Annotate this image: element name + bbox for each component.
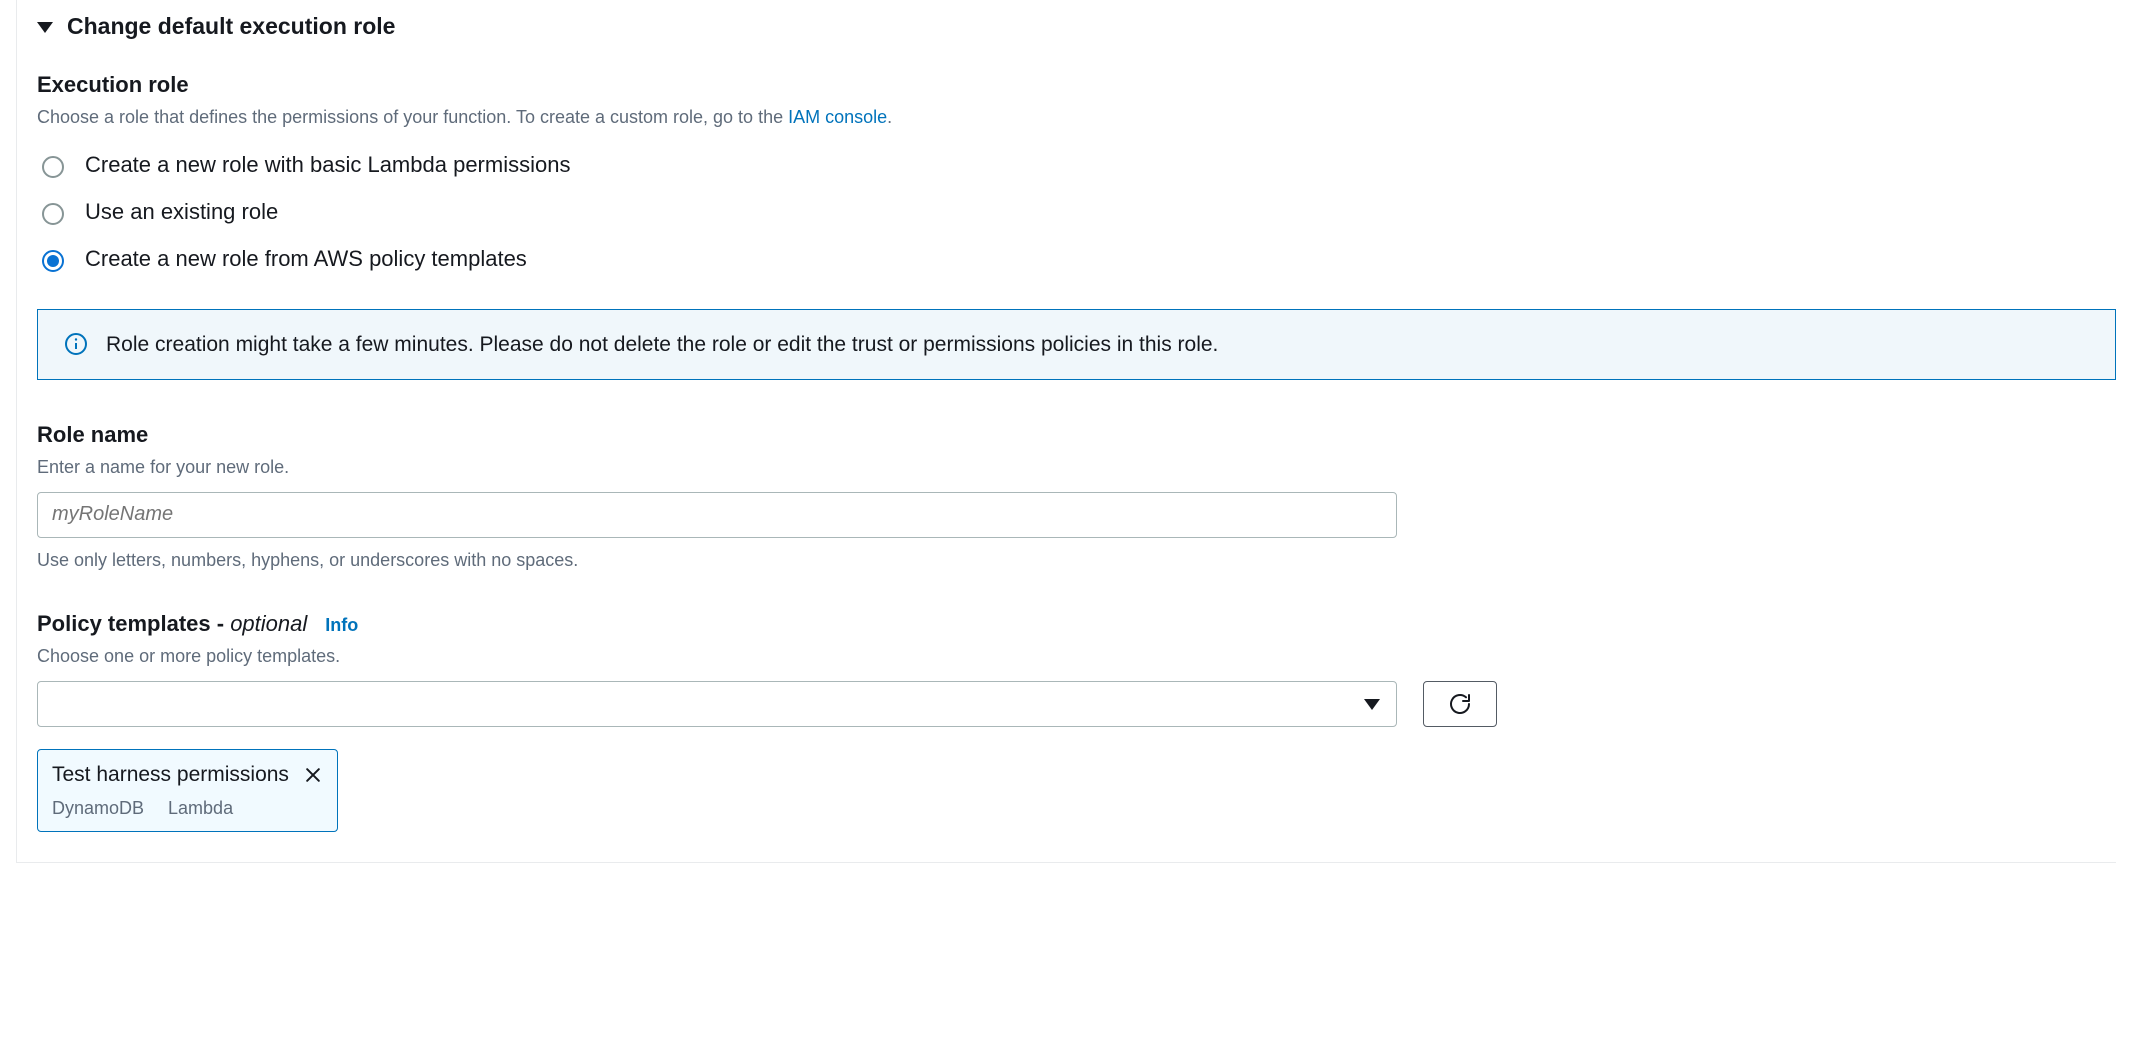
info-icon [64, 332, 88, 356]
radio-option-existing[interactable]: Use an existing role [37, 189, 2116, 236]
radio-label[interactable]: Use an existing role [85, 197, 278, 228]
execution-role-label: Execution role [37, 70, 2116, 101]
role-name-label: Role name [37, 420, 2116, 451]
refresh-button[interactable] [1423, 681, 1497, 727]
radio-option-policy-templates[interactable]: Create a new role from AWS policy templa… [37, 236, 2116, 283]
policy-templates-label: Policy templates - optional [37, 609, 307, 640]
policy-templates-section: Policy templates - optional Info Choose … [37, 609, 2116, 832]
alert-text: Role creation might take a few minutes. … [106, 330, 1218, 359]
desc-text: Choose a role that defines the permissio… [37, 107, 788, 127]
radio-option-new-basic[interactable]: Create a new role with basic Lambda perm… [37, 142, 2116, 189]
radio-input[interactable] [42, 250, 64, 272]
refresh-icon [1448, 692, 1472, 716]
token-sub-item: Lambda [168, 796, 233, 821]
role-name-section: Role name Enter a name for your new role… [37, 420, 2116, 573]
label-text: Policy templates - [37, 611, 230, 636]
token-title: Test harness permissions [52, 760, 289, 789]
policy-template-token: Test harness permissions DynamoDB Lambda [37, 749, 338, 832]
radio-input[interactable] [42, 156, 64, 178]
role-name-description: Enter a name for your new role. [37, 455, 2116, 480]
close-icon [303, 765, 323, 785]
execution-role-panel: Change default execution role Execution … [16, 0, 2116, 863]
policy-templates-description: Choose one or more policy templates. [37, 644, 2116, 669]
collapse-header[interactable]: Change default execution role [37, 0, 2116, 70]
execution-role-description: Choose a role that defines the permissio… [37, 105, 2116, 130]
radio-label[interactable]: Create a new role with basic Lambda perm… [85, 150, 570, 181]
role-name-hint: Use only letters, numbers, hyphens, or u… [37, 548, 2116, 573]
role-name-input[interactable] [37, 492, 1397, 538]
desc-text-post: . [887, 107, 892, 127]
execution-role-radio-group: Create a new role with basic Lambda perm… [37, 142, 2116, 282]
token-sub-item: DynamoDB [52, 796, 144, 821]
token-remove-button[interactable] [303, 765, 323, 785]
chevron-down-icon [1364, 699, 1380, 710]
radio-label[interactable]: Create a new role from AWS policy templa… [85, 244, 527, 275]
iam-console-link[interactable]: IAM console [788, 107, 887, 127]
section-title: Change default execution role [67, 10, 395, 42]
execution-role-section: Execution role Choose a role that define… [37, 70, 2116, 380]
info-alert: Role creation might take a few minutes. … [37, 309, 2116, 380]
info-link[interactable]: Info [325, 613, 358, 638]
optional-text: optional [230, 611, 307, 636]
radio-input[interactable] [42, 203, 64, 225]
policy-templates-dropdown[interactable] [37, 681, 1397, 727]
caret-down-icon [37, 22, 53, 33]
